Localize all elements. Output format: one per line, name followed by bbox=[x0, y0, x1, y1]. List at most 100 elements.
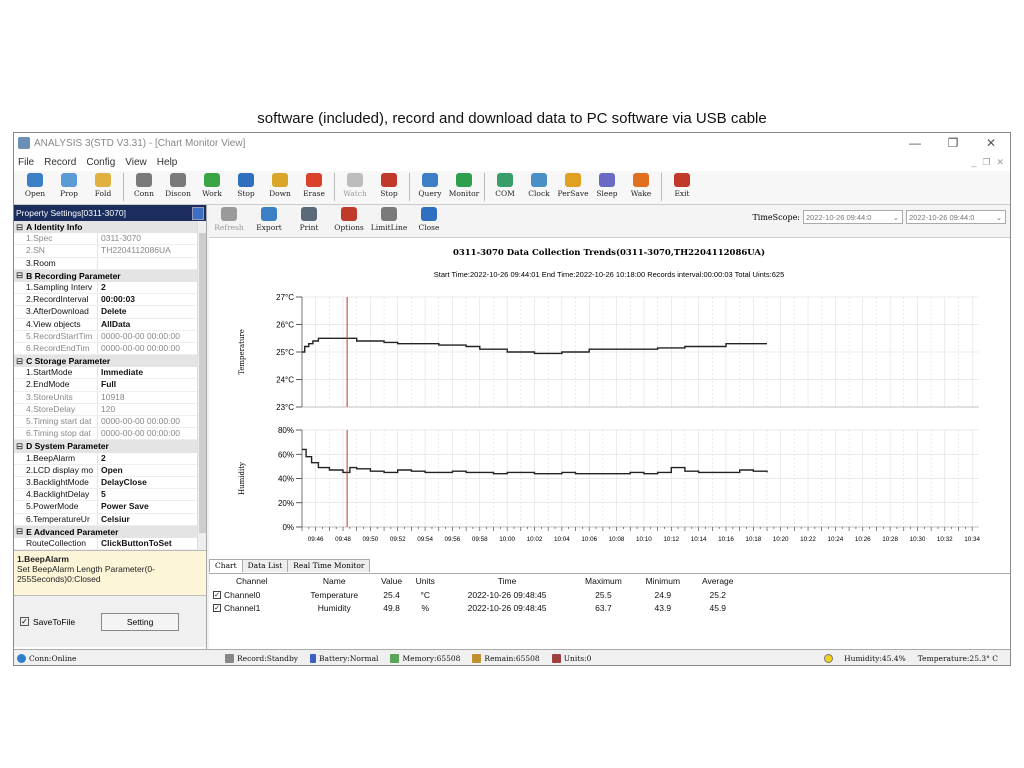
property-value[interactable]: 0311-3070 bbox=[98, 233, 206, 244]
toolbar-discon-button[interactable]: Discon bbox=[161, 171, 195, 203]
property-row[interactable]: RouteCollection ClickButtonToSet bbox=[14, 537, 206, 550]
maximize-button[interactable]: ❐ bbox=[934, 136, 972, 150]
property-row[interactable]: 2.LCD display mo Open bbox=[14, 464, 206, 477]
property-row[interactable]: 2.SN TH2204112086UA bbox=[14, 245, 206, 258]
chart-export-button[interactable]: Export bbox=[249, 205, 289, 237]
toolbar-query-button[interactable]: Query bbox=[413, 171, 447, 203]
property-value[interactable]: 00:00:03 bbox=[98, 294, 206, 305]
table-header[interactable]: Time bbox=[441, 574, 572, 588]
property-row[interactable]: 5.Timing start dat 0000-00-00 00:00:00 bbox=[14, 416, 206, 429]
property-value[interactable]: Open bbox=[98, 465, 206, 476]
property-row[interactable]: 2.EndMode Full bbox=[14, 379, 206, 392]
collapse-icon[interactable]: ⊟ bbox=[16, 222, 23, 233]
table-row[interactable]: ✓ Channel1 Humidity 49.8% 2022-10-26 09:48:4… bbox=[209, 601, 744, 614]
toolbar-work-button[interactable]: Work bbox=[195, 171, 229, 203]
mdi-restore-button[interactable]: ❐ bbox=[982, 157, 990, 168]
property-row[interactable]: 1.Spec 0311-3070 bbox=[14, 233, 206, 246]
menu-record[interactable]: Record bbox=[44, 157, 76, 168]
timescope-end-select[interactable]: 2022-10-26 09:44:0 ⌄ bbox=[906, 210, 1006, 224]
property-row[interactable]: 3.BacklightMode DelayClose bbox=[14, 476, 206, 490]
table-header[interactable]: Name bbox=[295, 574, 374, 588]
property-row[interactable]: 4.View objects AllData bbox=[14, 318, 206, 331]
property-value[interactable]: Immediate bbox=[98, 367, 206, 378]
panel-pin-icon[interactable] bbox=[192, 206, 204, 220]
tab-chart[interactable]: Chart bbox=[209, 559, 243, 572]
property-row[interactable]: 6.Timing stop dat 0000-00-00 00:00:00 bbox=[14, 428, 206, 441]
toolbar-conn-button[interactable]: Conn bbox=[127, 171, 161, 203]
property-row[interactable]: 3.AfterDownload Delete bbox=[14, 306, 206, 319]
toolbar-stop-button[interactable]: Stop bbox=[372, 171, 406, 203]
toolbar-stop-button[interactable]: Stop bbox=[229, 171, 263, 203]
menu-help[interactable]: Help bbox=[157, 157, 178, 168]
setting-button[interactable]: Setting bbox=[101, 612, 180, 631]
property-category[interactable]: ⊟ E Advanced Parameter bbox=[14, 525, 206, 538]
table-header[interactable]: Maximum bbox=[573, 574, 634, 588]
table-header[interactable]: Average bbox=[692, 574, 744, 588]
toolbar-erase-button[interactable]: Erase bbox=[297, 171, 331, 203]
property-value[interactable]: Celsiur bbox=[98, 514, 206, 525]
property-value[interactable]: 10918 bbox=[98, 392, 206, 403]
close-window-button[interactable]: ✕ bbox=[972, 136, 1010, 150]
property-category[interactable]: ⊟ B Recording Parameter bbox=[14, 269, 206, 282]
menu-view[interactable]: View bbox=[125, 157, 147, 168]
collapse-icon[interactable]: ⊟ bbox=[16, 356, 23, 367]
property-row[interactable]: 1.Sampling Interv 2 bbox=[14, 281, 206, 295]
property-row[interactable]: 2.RecordInterval 00:00:03 bbox=[14, 294, 206, 307]
chart-options-button[interactable]: Options bbox=[329, 205, 369, 237]
property-value[interactable]: DelayClose bbox=[98, 477, 206, 488]
property-value[interactable]: 5 bbox=[98, 489, 206, 500]
property-row[interactable]: 6.TemperatureUr Celsiur bbox=[14, 513, 206, 526]
table-header[interactable]: Value bbox=[374, 574, 409, 588]
save-to-file-checkbox[interactable]: ✓ bbox=[20, 617, 29, 626]
collapse-icon[interactable]: ⊟ bbox=[16, 441, 23, 452]
scrollbar-thumb[interactable] bbox=[199, 233, 206, 533]
property-row[interactable]: 1.BeepAlarm 2 bbox=[14, 452, 206, 465]
toolbar-exit-button[interactable]: Exit bbox=[665, 171, 699, 203]
property-value[interactable]: 0000-00-00 00:00:00 bbox=[98, 428, 206, 439]
property-category[interactable]: ⊟ C Storage Parameter bbox=[14, 355, 206, 368]
property-value[interactable]: Full bbox=[98, 379, 206, 390]
toolbar-down-button[interactable]: Down bbox=[263, 171, 297, 203]
property-row[interactable]: 6.RecordEndTim 0000-00-00 00:00:00 bbox=[14, 342, 206, 356]
collapse-icon[interactable]: ⊟ bbox=[16, 270, 23, 281]
toolbar-clock-button[interactable]: Clock bbox=[522, 171, 556, 203]
property-value[interactable]: 2 bbox=[98, 282, 206, 293]
toolbar-fold-button[interactable]: Fold bbox=[86, 171, 120, 203]
menu-file[interactable]: File bbox=[18, 157, 34, 168]
property-row[interactable]: 4.StoreDelay 120 bbox=[14, 403, 206, 416]
tab-real-time-monitor[interactable]: Real Time Monitor bbox=[287, 559, 371, 572]
table-header[interactable]: Channel bbox=[209, 574, 295, 588]
chart-limitline-button[interactable]: LimitLine bbox=[369, 205, 409, 237]
toolbar-open-button[interactable]: Open bbox=[18, 171, 52, 203]
mdi-close-button[interactable]: ✕ bbox=[996, 157, 1004, 168]
property-value[interactable]: ClickButtonToSet bbox=[98, 538, 206, 549]
property-value[interactable] bbox=[98, 258, 206, 269]
property-value[interactable]: 2 bbox=[98, 453, 206, 464]
channel-checkbox[interactable]: ✓ bbox=[213, 591, 221, 600]
timescope-start-select[interactable]: 2022-10-26 09:44:0 ⌄ bbox=[803, 210, 903, 224]
property-category[interactable]: ⊟ A Identity Info bbox=[14, 221, 206, 234]
toolbar-persave-button[interactable]: PerSave bbox=[556, 171, 590, 203]
collapse-icon[interactable]: ⊟ bbox=[16, 526, 23, 537]
property-value[interactable]: AllData bbox=[98, 319, 206, 330]
toolbar-prop-button[interactable]: Prop bbox=[52, 171, 86, 203]
chart-print-button[interactable]: Print bbox=[289, 205, 329, 237]
menu-config[interactable]: Config bbox=[86, 157, 115, 168]
toolbar-com-button[interactable]: COM bbox=[488, 171, 522, 203]
property-value[interactable]: 0000-00-00 00:00:00 bbox=[98, 331, 206, 342]
property-value[interactable]: 0000-00-00 00:00:00 bbox=[98, 416, 206, 427]
toolbar-sleep-button[interactable]: Sleep bbox=[590, 171, 624, 203]
toolbar-wake-button[interactable]: Wake bbox=[624, 171, 658, 203]
chart-close-button[interactable]: Close bbox=[409, 205, 449, 237]
table-header[interactable]: Minimum bbox=[634, 574, 691, 588]
property-scrollbar[interactable] bbox=[197, 221, 206, 550]
property-row[interactable]: 4.BacklightDelay 5 bbox=[14, 489, 206, 502]
property-value[interactable]: Delete bbox=[98, 306, 206, 317]
minimize-button[interactable]: — bbox=[896, 136, 934, 150]
property-row[interactable]: 5.RecordStartTim 0000-00-00 00:00:00 bbox=[14, 330, 206, 343]
channel-checkbox[interactable]: ✓ bbox=[213, 604, 221, 613]
property-row[interactable]: 1.StartMode Immediate bbox=[14, 367, 206, 380]
property-value[interactable]: TH2204112086UA bbox=[98, 245, 206, 256]
mdi-minimize-button[interactable]: _ bbox=[971, 157, 976, 168]
property-value[interactable]: 0000-00-00 00:00:00 bbox=[98, 343, 206, 354]
